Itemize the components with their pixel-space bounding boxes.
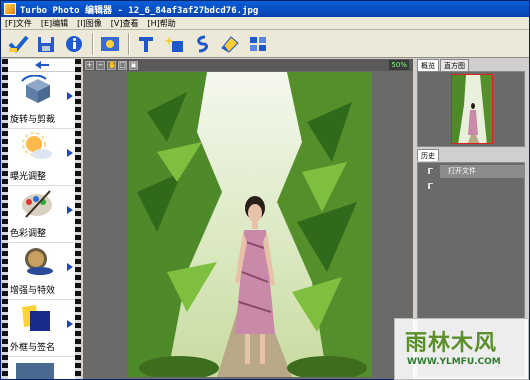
canvas-toolbar: + − ✋ □ ▣ 50% [83, 59, 413, 71]
history-item-label: 打开文件 [448, 167, 476, 175]
toolbar-separator [92, 32, 94, 55]
app-window: Turbo Photo 编辑器 - 12_6_84af3af27bdcd76.j… [0, 0, 530, 380]
watermark-url: WWW.YLMFU.COM [407, 357, 501, 367]
tab-overview[interactable]: 概览 [417, 59, 439, 71]
history-item[interactable]: 打开文件 [418, 165, 524, 178]
main-toolbar [1, 30, 529, 58]
site-watermark: 雨林木风 WWW.YLMFU.COM [394, 318, 529, 380]
tool-label-rotate-crop: 旋转与剪裁 [10, 115, 56, 125]
tool-label-enhance: 增强与特效 [10, 286, 56, 296]
navigator-thumbnail[interactable] [451, 74, 493, 144]
photo-image[interactable] [127, 72, 372, 377]
expand-arrow-icon[interactable] [67, 149, 73, 157]
grid-icon[interactable] [245, 32, 271, 56]
history-tabs: 历史 [415, 149, 527, 161]
enhance-icon [25, 248, 53, 275]
watermark-brand: 雨林木风 [405, 331, 498, 356]
color-palette-icon [22, 190, 52, 218]
hand-tool-icon[interactable]: ✋ [107, 60, 117, 70]
tool-color[interactable]: 色彩调整 [8, 186, 75, 243]
toolbar-separator [128, 32, 130, 55]
brush-icon[interactable] [189, 32, 215, 56]
menu-image[interactable]: [I]图像 [77, 18, 102, 29]
image-canvas-area: + − ✋ □ ▣ 50% [83, 59, 413, 379]
exposure-icon [22, 132, 52, 159]
sparkle-icon[interactable] [161, 32, 187, 56]
history-step-icon [428, 183, 433, 189]
fit-window-icon[interactable]: □ [118, 60, 127, 70]
info-icon[interactable] [61, 32, 87, 56]
menu-bar: [F]文件 [E]编辑 [I]图像 [V]查看 [H]帮助 [1, 17, 529, 30]
expand-arrow-icon[interactable] [67, 263, 73, 271]
tool-rotate-crop[interactable]: 旋转与剪裁 [8, 72, 75, 129]
back-arrow-icon[interactable] [8, 59, 75, 72]
title-bar: Turbo Photo 编辑器 - 12_6_84af3af27bdcd76.j… [1, 1, 529, 17]
film-strip-right [75, 59, 81, 379]
eraser-icon[interactable] [217, 32, 243, 56]
tool-label-frame-sign: 外框与签名 [10, 343, 56, 353]
app-logo-icon [4, 3, 16, 15]
tab-histogram[interactable]: 直方图 [440, 59, 469, 71]
tab-history[interactable]: 历史 [417, 149, 439, 161]
text-icon[interactable] [133, 32, 159, 56]
history-step-icon [428, 168, 433, 174]
actual-size-icon[interactable]: ▣ [129, 60, 138, 70]
more-tool-icon[interactable] [16, 363, 54, 379]
tool-label-exposure: 曝光调整 [10, 172, 47, 182]
expand-arrow-icon[interactable] [67, 206, 73, 214]
menu-view[interactable]: [V]查看 [111, 18, 139, 29]
open-check-icon[interactable] [5, 32, 31, 56]
tool-label-color: 色彩调整 [10, 229, 47, 239]
frame-sign-icon [22, 305, 50, 331]
zoom-level: 50% [389, 60, 409, 70]
history-item[interactable] [418, 180, 524, 193]
expand-arrow-icon[interactable] [67, 92, 73, 100]
rotate-crop-icon [21, 75, 50, 103]
capture-icon[interactable] [97, 32, 123, 56]
tool-enhance[interactable]: 增强与特效 [8, 243, 75, 300]
menu-file[interactable]: [F]文件 [5, 18, 32, 29]
zoom-out-icon[interactable]: − [96, 60, 105, 70]
menu-edit[interactable]: [E]编辑 [41, 18, 68, 29]
tool-exposure[interactable]: 曝光调整 [8, 129, 75, 186]
expand-arrow-icon[interactable] [67, 320, 73, 328]
history-item-selected[interactable]: 打开文件 [440, 165, 524, 178]
tool-panel: 旋转与剪裁 曝光调整 色彩调整 增强与特效 外框与签名 [2, 59, 81, 379]
save-icon[interactable] [33, 32, 59, 56]
navigator-box [417, 71, 525, 147]
zoom-in-icon[interactable]: + [85, 60, 94, 70]
overview-tabs: 概览 直方图 [415, 59, 527, 71]
tool-frame-sign[interactable]: 外框与签名 [8, 300, 75, 357]
menu-help[interactable]: [H]帮助 [147, 18, 175, 29]
window-title: Turbo Photo 编辑器 - 12_6_84af3af27bdcd76.j… [20, 5, 259, 16]
